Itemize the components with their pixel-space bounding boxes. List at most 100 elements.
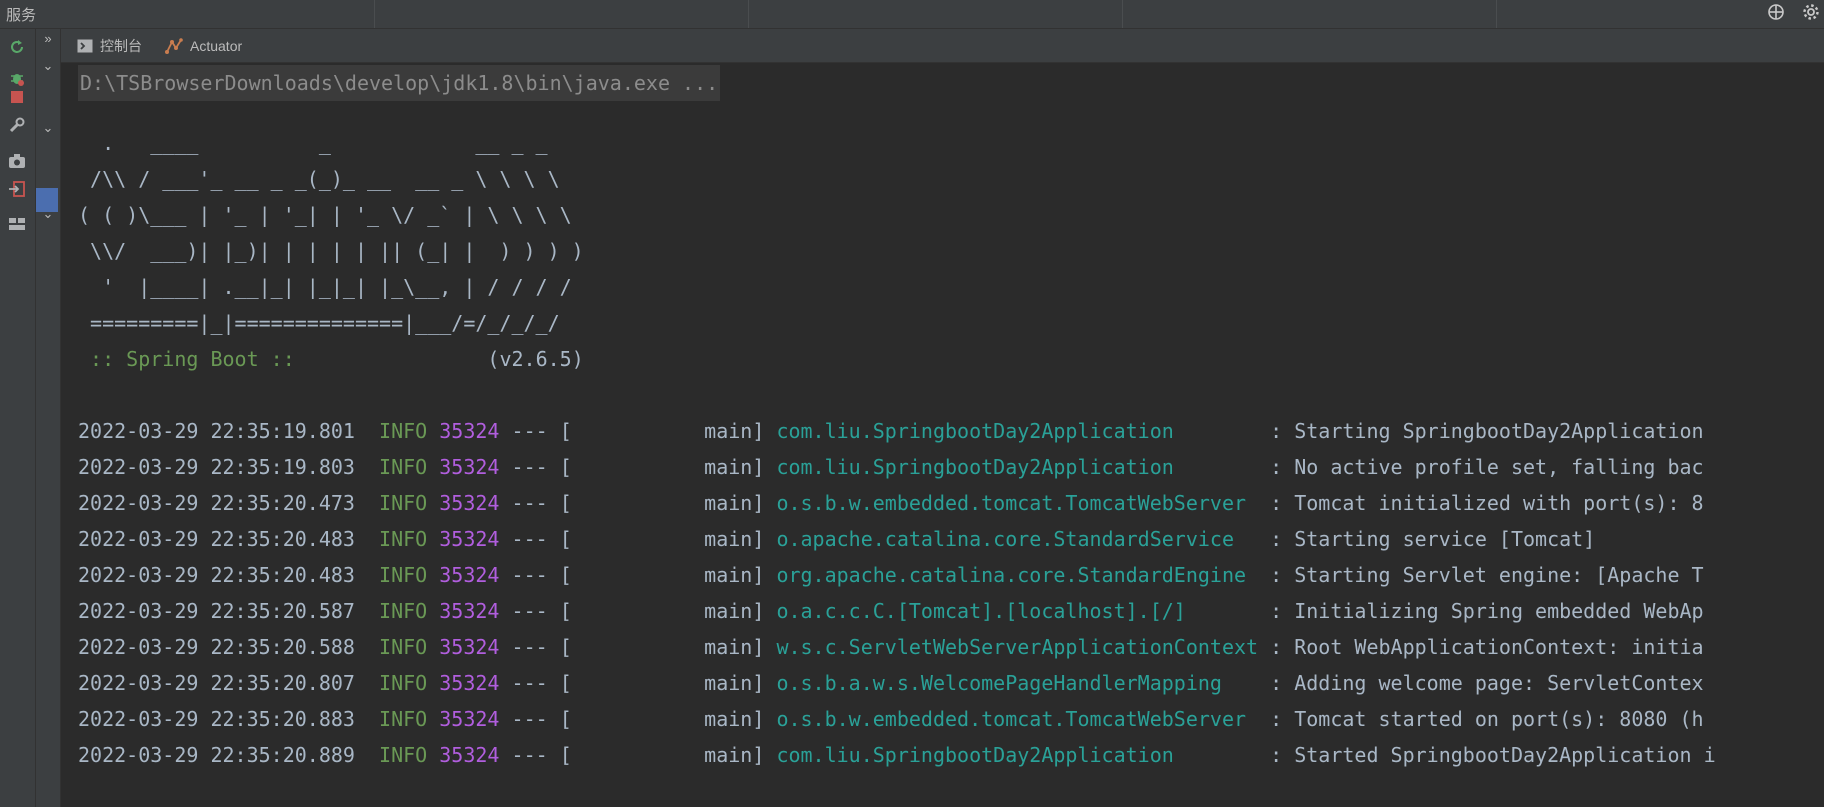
log-thread: --- [ main] [499, 563, 777, 587]
log-thread: --- [ main] [499, 743, 777, 767]
actuator-icon [165, 37, 183, 54]
log-time: 2022-03-29 22:35:20.587 [78, 599, 355, 623]
wrench-icon[interactable] [6, 114, 28, 136]
rerun-icon[interactable] [6, 36, 28, 58]
log-time: 2022-03-29 22:35:20.473 [78, 491, 355, 515]
chevron-down-icon[interactable]: ⌄ [41, 207, 55, 221]
log-line: 2022-03-29 22:35:20.473 INFO 35324 --- [… [78, 485, 1704, 521]
log-logger[interactable]: com.liu.SpringbootDay2Application [776, 419, 1258, 443]
log-thread: --- [ main] [499, 671, 777, 695]
chevron-down-icon[interactable]: ⌄ [41, 59, 55, 73]
log-level: INFO [379, 527, 428, 551]
log-logger[interactable]: o.s.b.w.embedded.tomcat.TomcatWebServer [776, 707, 1258, 731]
log-level: INFO [379, 491, 428, 515]
target-icon[interactable] [1765, 3, 1787, 25]
log-level: INFO [379, 563, 428, 587]
log-logger[interactable]: w.s.c.ServletWebServerApplicationContext [776, 635, 1258, 659]
log-logger[interactable]: o.s.b.a.w.s.WelcomePageHandlerMapping [776, 671, 1258, 695]
log-pid: 35324 [439, 671, 500, 695]
log-time: 2022-03-29 22:35:20.883 [78, 707, 355, 731]
log-thread: --- [ main] [499, 527, 777, 551]
camera-icon[interactable] [6, 150, 28, 172]
java-command-line[interactable]: D:\TSBrowserDownloads\develop\jdk1.8\bin… [78, 65, 721, 101]
services-tree: » ⌄ ⌄ ⌄ [36, 29, 61, 807]
banner-line: ' |____| .__|_| |_|_| |_\__, | / / / / [78, 275, 572, 299]
log-pid: 35324 [439, 599, 500, 623]
log-message: : Adding welcome page: ServletContex [1258, 671, 1704, 695]
console-output[interactable]: D:\TSBrowserDownloads\develop\jdk1.8\bin… [61, 63, 1824, 807]
log-logger[interactable]: org.apache.catalina.core.StandardEngine [776, 563, 1258, 587]
banner-line: =========|_|==============|___/=/_/_/_/ [78, 311, 560, 335]
chevron-down-icon[interactable]: ⌄ [41, 121, 55, 135]
services-titlebar: 服务 [0, 0, 1824, 29]
tab-actuator[interactable]: Actuator [165, 29, 242, 62]
log-time: 2022-03-29 22:35:20.483 [78, 563, 355, 587]
log-message: : Tomcat initialized with port(s): 8 [1258, 491, 1704, 515]
log-pid: 35324 [439, 491, 500, 515]
log-pid: 35324 [439, 527, 500, 551]
log-line: 2022-03-29 22:35:20.883 INFO 35324 --- [… [78, 701, 1704, 737]
tab-label: Actuator [190, 37, 243, 54]
log-time: 2022-03-29 22:35:20.889 [78, 743, 355, 767]
log-line: 2022-03-29 22:35:20.588 INFO 35324 --- [… [78, 629, 1704, 665]
log-line: 2022-03-29 22:35:20.807 INFO 35324 --- [… [78, 665, 1704, 701]
log-time: 2022-03-29 22:35:20.807 [78, 671, 355, 695]
log-pid: 35324 [439, 635, 500, 659]
tab-console[interactable]: 控制台 [77, 29, 142, 62]
log-pid: 35324 [439, 419, 500, 443]
log-pid: 35324 [439, 563, 500, 587]
log-message: : Starting SpringbootDay2Application [1258, 419, 1704, 443]
tab-label: 控制台 [100, 37, 142, 54]
log-logger[interactable]: com.liu.SpringbootDay2Application [776, 743, 1258, 767]
banner-line: /\\ / ___'_ __ _ _(_)_ __ __ _ \ \ \ \ [78, 167, 560, 191]
log-logger[interactable]: com.liu.SpringbootDay2Application [776, 455, 1258, 479]
log-time: 2022-03-29 22:35:19.801 [78, 419, 355, 443]
log-level: INFO [379, 419, 428, 443]
stop-icon[interactable] [6, 86, 28, 108]
console-icon [77, 39, 93, 53]
log-line: 2022-03-29 22:35:19.801 INFO 35324 --- [… [78, 413, 1704, 449]
log-line: 2022-03-29 22:35:20.483 INFO 35324 --- [… [78, 521, 1595, 557]
services-toolbar [0, 29, 36, 807]
log-level: INFO [379, 635, 428, 659]
log-logger[interactable]: o.a.c.c.C.[Tomcat].[localhost].[/] [776, 599, 1258, 623]
log-level: INFO [379, 671, 428, 695]
log-message: : Started SpringbootDay2Application i [1258, 743, 1716, 767]
log-message: : Root WebApplicationContext: initia [1258, 635, 1704, 659]
log-line: 2022-03-29 22:35:19.803 INFO 35324 --- [… [78, 449, 1704, 485]
log-pid: 35324 [439, 455, 500, 479]
log-message: : No active profile set, falling bac [1258, 455, 1704, 479]
login-icon[interactable] [6, 178, 28, 200]
settings-icon[interactable] [1800, 3, 1822, 25]
log-logger[interactable]: o.s.b.w.embedded.tomcat.TomcatWebServer [776, 491, 1258, 515]
expand-right-icon[interactable]: » [41, 32, 55, 46]
log-pid: 35324 [439, 743, 500, 767]
panel-title: 服务 [6, 7, 37, 24]
log-thread: --- [ main] [499, 599, 777, 623]
log-message: : Tomcat started on port(s): 8080 (h [1258, 707, 1704, 731]
log-thread: --- [ main] [499, 707, 777, 731]
log-time: 2022-03-29 22:35:19.803 [78, 455, 355, 479]
log-thread: --- [ main] [499, 635, 777, 659]
titlebar-divider [1122, 0, 1123, 28]
titlebar-divider [374, 0, 375, 28]
spring-boot-version-line: :: Spring Boot :: (v2.6.5) [78, 341, 584, 377]
log-level: INFO [379, 743, 428, 767]
log-line: 2022-03-29 22:35:20.483 INFO 35324 --- [… [78, 557, 1704, 593]
log-line: 2022-03-29 22:35:20.889 INFO 35324 --- [… [78, 737, 1716, 773]
titlebar-divider [748, 0, 749, 28]
titlebar-divider [1496, 0, 1497, 28]
banner-line: . ____ _ __ _ _ [78, 131, 548, 155]
banner-line: ( ( )\___ | '_ | '_| | '_ \/ _` | \ \ \ … [78, 203, 572, 227]
banner-line: \\/ ___)| |_)| | | | | || (_| | ) ) ) ) [78, 239, 584, 263]
log-level: INFO [379, 707, 428, 731]
layout-icon[interactable] [6, 213, 28, 235]
spring-boot-version: (v2.6.5) [294, 347, 584, 371]
log-thread: --- [ main] [499, 455, 777, 479]
log-time: 2022-03-29 22:35:20.588 [78, 635, 355, 659]
log-pid: 35324 [439, 707, 500, 731]
log-logger[interactable]: o.apache.catalina.core.StandardService [776, 527, 1258, 551]
log-line: 2022-03-29 22:35:20.587 INFO 35324 --- [… [78, 593, 1704, 629]
log-message: : Starting service [Tomcat] [1258, 527, 1596, 551]
log-level: INFO [379, 599, 428, 623]
